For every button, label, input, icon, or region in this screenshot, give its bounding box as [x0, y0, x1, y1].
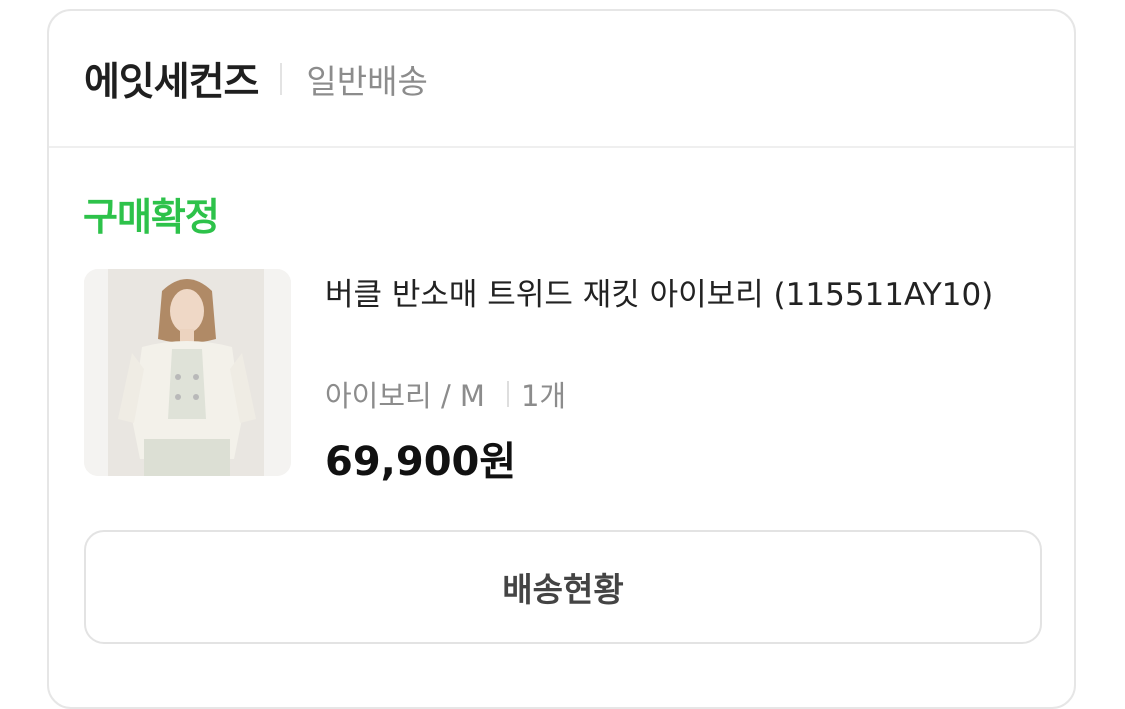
product-image[interactable]	[84, 269, 291, 476]
product-photo-icon	[84, 269, 291, 476]
seller-name[interactable]: 에잇세컨즈	[84, 51, 259, 107]
shipping-type: 일반배송	[306, 61, 428, 101]
track-shipping-button[interactable]: 배송현황	[84, 530, 1042, 644]
quantity: 1개	[520, 379, 567, 413]
order-status: 구매확정	[83, 195, 220, 239]
product-options: 아이보리 / M 1개	[325, 373, 566, 415]
divider	[280, 62, 283, 95]
seller-header: 에잇세컨즈 일반배송	[49, 11, 1074, 148]
product-name[interactable]: 버클 반소매 트위드 재킷 아이보리 (115511AY10)	[325, 273, 1025, 318]
order-card: 에잇세컨즈 일반배송 구매확정 버클 반소매 트위드 재킷 아이보리 (1155…	[47, 9, 1076, 709]
option-value: 아이보리 / M	[325, 379, 485, 413]
product-price: 69,900원	[325, 439, 517, 485]
divider	[506, 381, 509, 407]
